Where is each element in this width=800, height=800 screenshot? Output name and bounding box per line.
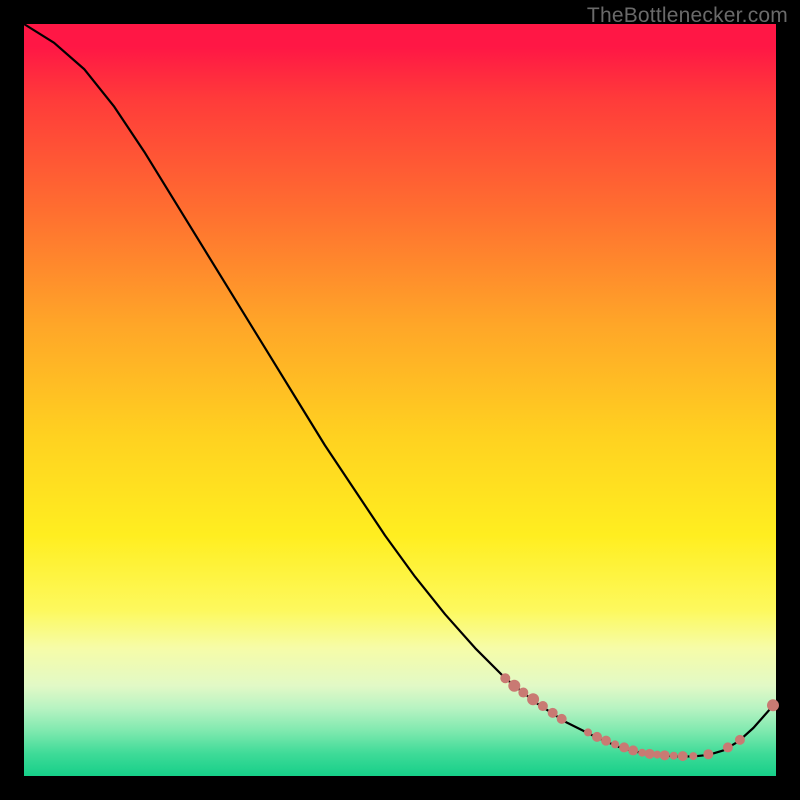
marker-dot: [689, 752, 697, 760]
marker-dot: [703, 749, 713, 759]
curve-line: [24, 24, 776, 756]
marker-dot: [611, 740, 619, 748]
chart-stage: TheBottlenecker.com: [0, 0, 800, 800]
marker-dot: [584, 728, 592, 736]
plot-area: [24, 24, 776, 776]
marker-dot: [592, 732, 602, 742]
marker-dot: [678, 751, 688, 761]
marker-dot: [500, 673, 510, 683]
marker-dot: [601, 736, 611, 746]
marker-dot: [767, 699, 779, 711]
marker-dot: [723, 742, 733, 752]
marker-dot: [538, 701, 548, 711]
marker-dot: [670, 752, 678, 760]
marker-dot: [619, 742, 629, 752]
marker-dot: [548, 708, 558, 718]
marker-group: [500, 673, 779, 761]
chart-svg: [24, 24, 776, 776]
marker-dot: [527, 693, 539, 705]
marker-dot: [557, 714, 567, 724]
marker-dot: [628, 745, 638, 755]
marker-dot: [660, 750, 670, 760]
marker-dot: [518, 688, 528, 698]
marker-dot: [508, 680, 520, 692]
marker-dot: [735, 735, 745, 745]
marker-dot: [645, 749, 655, 759]
